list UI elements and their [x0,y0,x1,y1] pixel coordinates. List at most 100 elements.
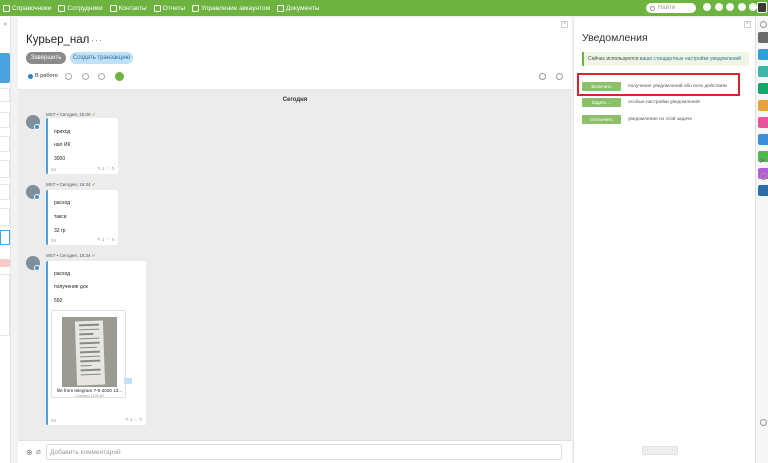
attachment-download[interactable]: Скачать 1105 кб [52,394,127,398]
notify-row-text: уведомления по этой задаче [628,117,693,122]
message-actions[interactable]: ✎ 1 ♡ ↻ [97,237,115,243]
settings-icon[interactable] [760,21,767,28]
star-icon[interactable]: ☆ [80,36,87,45]
message-actions[interactable]: ✎ 1 ♡ ↻ [125,417,143,423]
visibility-icon[interactable] [98,73,105,80]
nav-label: Документы [285,4,320,12]
filter-icon[interactable] [556,73,563,80]
task-list-item[interactable] [0,136,10,152]
message-line: нал ИК [54,142,71,148]
more-icon[interactable]: ··· [91,35,103,45]
tool-tab-icon[interactable] [758,100,768,111]
search-input[interactable]: Найти [646,3,696,13]
message-footer: 3л [51,238,57,243]
nav-reports[interactable]: Отчеты [153,4,186,12]
help-icon[interactable] [726,3,734,11]
message-meta: MST • Сегодня, 16:34 ✔ [46,253,96,259]
gear-icon[interactable] [737,3,746,11]
notify-row-disable: Отключить уведомления по этой задаче [582,115,692,124]
nav-label: Управление аккаунтом [201,4,270,12]
message-line: приход [54,129,71,135]
tool-tab-icon[interactable] [758,117,768,128]
add-icon[interactable]: ⊕ [26,448,33,457]
tool-tab-icon[interactable] [758,66,768,77]
tool-tab-icon[interactable] [758,49,768,60]
notify-row-text: получение уведомлений обо всех действиях [628,84,728,89]
notice-link[interactable]: ваши стандартные настройки уведомлений [640,56,741,62]
enable-button[interactable]: Включить [582,82,621,91]
close-icon[interactable]: × [561,21,568,28]
project-icon[interactable] [115,72,124,81]
notice-text: Сейчас используются [588,56,639,62]
avatar [26,185,40,200]
chart-icon [153,4,161,12]
task-tag-blue[interactable] [0,53,10,83]
message-line: 550 [54,298,63,304]
task-list-item-selected[interactable] [0,230,10,245]
attachment-name[interactable]: file from telegram 7-5-2020 13... [52,388,127,393]
status-selector[interactable]: В работе [28,73,58,79]
send-icon[interactable]: ➤ [759,156,766,165]
message-footer: 3л [51,418,57,423]
search-messages-icon[interactable] [539,73,546,80]
task-list-item[interactable] [0,88,10,102]
tool-tab-icon[interactable] [758,32,768,43]
task-tag-pink[interactable] [0,259,10,267]
contacts-icon [109,4,117,12]
tool-tab-icon[interactable] [758,134,768,145]
configure-button[interactable]: Задать ... [582,98,621,107]
task-header: Курьер_нал ☆ ··· × Завершить Создать тра… [18,18,572,90]
nav-documents[interactable]: Документы [276,4,320,12]
responsible-icon[interactable] [65,73,72,80]
notify-row-custom: Задать ... особые настройки уведомлений [582,98,700,107]
layers-icon[interactable] [749,3,757,11]
task-list-item[interactable] [0,160,10,178]
deadline-icon[interactable] [82,73,89,80]
notice-banner: Сейчас используются ваши стандартные нас… [582,52,749,66]
nav-employees[interactable]: Сотрудники [58,4,103,12]
status-dot-icon [28,73,33,79]
message-meta: MST • Сегодня, 16:34 ✔ [46,182,96,188]
close-icon[interactable]: × [744,21,751,28]
check-icon: ✔ [91,112,96,117]
notify-row-enable: Включить получение уведомлений обо всех … [582,82,727,91]
message-meta-text: MST • Сегодня, 16:34 [46,253,91,258]
task-list-item[interactable] [0,112,10,128]
minus-icon[interactable] [760,173,767,180]
task-list-item[interactable] [0,184,10,200]
disable-button[interactable]: Отключить [582,115,621,124]
avatar [26,115,40,130]
nav-account[interactable]: Управление аккаунтом [192,4,270,12]
file-badge-icon [124,378,132,384]
book-icon [3,4,10,12]
nav-directories[interactable]: Справочники [3,4,51,12]
bell-icon[interactable] [714,3,723,11]
attach-icon[interactable]: ⌀ [36,447,41,456]
message-bubble: расход такси 32 гр 3л ✎ 1 ♡ ↻ [46,190,118,245]
gear-icon[interactable] [760,419,767,426]
user-avatar[interactable] [757,2,767,13]
finish-button[interactable]: Завершить [26,52,66,64]
notifications-panel: Уведомления × Сейчас используются ваши с… [573,18,755,463]
nav-contacts[interactable]: Контакты [109,4,147,12]
comment-input[interactable]: Добавить комментарий [46,444,562,460]
documents-icon [276,4,284,12]
receipt-photo[interactable] [62,317,117,387]
nav-label: Отчеты [162,4,186,12]
collapse-icon[interactable]: « [2,21,9,28]
search-icon [650,5,655,11]
tool-tab-icon[interactable] [758,185,768,196]
telegram-icon [34,194,40,200]
telegram-icon [34,124,40,130]
message-actions[interactable]: ✎ 1 ♡ ↻ [97,166,115,172]
create-transaction-button[interactable]: Создать транзакцию [70,52,133,64]
receipt-paper [74,320,106,386]
panel-footer-button[interactable] [642,446,678,455]
account-icon [192,4,200,12]
task-list-item[interactable] [0,208,10,226]
image-attachment[interactable]: file from telegram 7-5-2020 13... Скачат… [51,310,132,398]
tool-tab-icon[interactable] [758,83,768,94]
task-list-item[interactable] [0,274,10,336]
plus-icon[interactable] [703,3,711,11]
message-meta-text: MST • Сегодня, 15:09 [46,112,91,117]
